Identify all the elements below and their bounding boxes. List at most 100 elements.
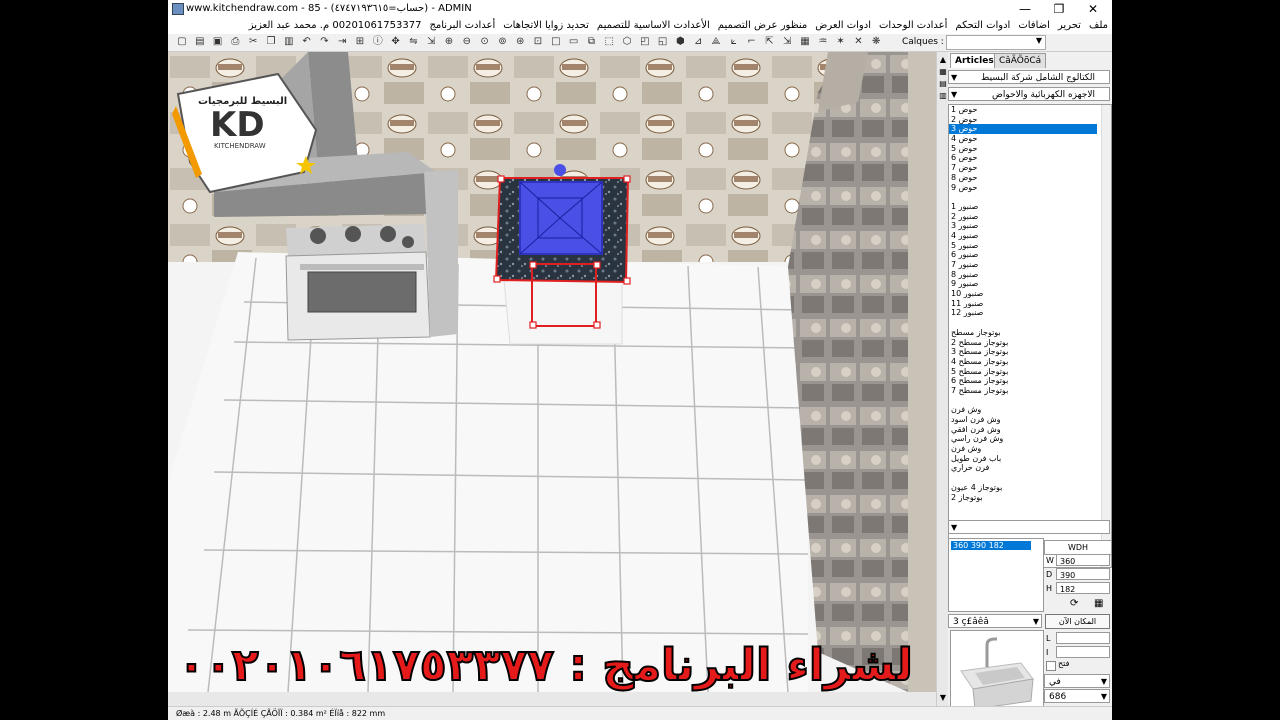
category-dropdown[interactable]: الاجهزه الكهربائية والاحواض ▼ <box>948 87 1110 101</box>
list-item[interactable]: باب فرن طويل <box>949 454 1111 464</box>
align-icon[interactable]: ⇱ <box>763 36 775 48</box>
list-item[interactable]: بوتوجاز مسطح 5 <box>949 367 1111 377</box>
list-item[interactable]: صنبور 3 <box>949 221 1111 231</box>
tab-articles[interactable]: Articles <box>950 53 999 68</box>
cube-icon[interactable]: ⬡ <box>621 36 633 48</box>
minimize-button[interactable]: — <box>1010 0 1040 18</box>
list-item[interactable]: وش فرن افقي <box>949 425 1111 435</box>
list-item[interactable]: وش فرن <box>949 444 1111 454</box>
list-item[interactable]: حوض 3 <box>949 124 1097 135</box>
viewport-horizontal-scrollbar[interactable] <box>168 692 936 706</box>
list-item[interactable]: بوتوجاز مسطح 6 <box>949 376 1111 386</box>
height-field[interactable]: 182 <box>1056 582 1110 594</box>
copy-object-icon[interactable]: ⧉ <box>585 36 597 48</box>
menu-item-8[interactable]: تحديد زوايا الاتجاهات <box>499 18 593 34</box>
variant-dropdown[interactable]: 3 ç£âêâ ▼ <box>948 614 1042 628</box>
list-item[interactable]: صنبور 6 <box>949 250 1111 260</box>
menu-item-10[interactable]: 00201061753377 م. محمد عبد العزيز <box>245 18 426 34</box>
article-filter-dropdown[interactable]: ▼ <box>948 520 1110 534</box>
menu-item-5[interactable]: ادوات العرض <box>811 18 875 34</box>
menu-item-0[interactable]: ملف <box>1085 18 1112 34</box>
list-item[interactable]: صنبور 4 <box>949 231 1111 241</box>
tab-catalogs[interactable]: CâÃÕõCá <box>994 53 1047 68</box>
list-item[interactable]: حوض 7 <box>949 163 1111 173</box>
view-side-icon[interactable]: ◱ <box>657 36 669 48</box>
list-item[interactable]: صنبور 12 <box>949 308 1111 318</box>
box-icon[interactable]: ⬚ <box>603 36 615 48</box>
list-item[interactable]: بوتوجاز مسطح 4 <box>949 357 1111 367</box>
list-item[interactable]: حوض 8 <box>949 173 1111 183</box>
frame-icon[interactable]: ⊡ <box>532 36 544 48</box>
render-icon[interactable]: ▦ <box>799 36 811 48</box>
wall-icon[interactable]: ▭ <box>568 36 580 48</box>
light-icon[interactable]: ✶ <box>835 36 847 48</box>
depth-field[interactable]: 390 <box>1056 568 1110 580</box>
menu-item-2[interactable]: اضافات <box>1014 18 1054 34</box>
tool-icon[interactable]: ⇥ <box>336 36 348 48</box>
zoom-all-icon[interactable]: ⊛ <box>514 36 526 48</box>
info-icon[interactable]: ⓘ <box>372 36 384 48</box>
list-item[interactable]: حوض 9 <box>949 183 1111 193</box>
list-item[interactable]: وش فرن <box>949 405 1111 415</box>
3d-viewport[interactable]: KD KITCHENDRAW البسيط للبرمجيات <box>168 52 936 692</box>
list-item[interactable] <box>949 396 1111 406</box>
dimension-list-item[interactable]: 360 390 182 <box>951 541 1031 550</box>
open-checkbox[interactable] <box>1046 661 1056 671</box>
angle-tool-icon[interactable]: ⟀ <box>728 36 740 48</box>
view-3d-icon[interactable]: ⬢ <box>674 36 686 48</box>
list-item[interactable] <box>949 318 1111 328</box>
grid-icon[interactable]: ⊞ <box>354 36 366 48</box>
corner-icon[interactable]: ⌐ <box>746 36 758 48</box>
catalog-dropdown[interactable]: الكتالوج الشامل شركة البسيط ▼ <box>948 70 1110 84</box>
i-field[interactable] <box>1056 646 1110 658</box>
list-item[interactable]: حوض 2 <box>949 115 1111 125</box>
list-item[interactable]: حوض 4 <box>949 134 1111 144</box>
list-item[interactable]: بوتوجاز مسطح 3 <box>949 347 1111 357</box>
list-item[interactable]: صنبور 1 <box>949 202 1111 212</box>
cut-icon[interactable]: ✂ <box>247 36 259 48</box>
effect-icon[interactable]: ❋ <box>870 36 882 48</box>
swap-icon[interactable]: ⇋ <box>407 36 419 48</box>
list-item[interactable]: بوتوجاز 2 <box>949 493 1111 503</box>
properties-icon[interactable]: ▦ <box>1094 598 1103 609</box>
align-end-icon[interactable]: ⇲ <box>781 36 793 48</box>
menu-item-7[interactable]: الأعدادت الاساسية للتصميم <box>593 18 714 34</box>
print-icon[interactable]: ⎙ <box>229 36 241 48</box>
maximize-button[interactable]: ❐ <box>1044 0 1074 18</box>
list-item[interactable]: حوض 1 <box>949 105 1111 115</box>
close-button[interactable]: ✕ <box>1078 0 1108 18</box>
copy-icon[interactable]: ❐ <box>265 36 277 48</box>
list-item[interactable] <box>949 473 1111 483</box>
list-item[interactable]: حوض 5 <box>949 144 1111 154</box>
move-icon[interactable]: ✥ <box>390 36 402 48</box>
menu-item-6[interactable]: منظور عرض التصميم <box>714 18 811 34</box>
save-icon[interactable]: ▣ <box>212 36 224 48</box>
menu-item-9[interactable]: أعدادت البرنامج <box>425 18 499 34</box>
list-item[interactable]: وش فرن راسي <box>949 434 1111 444</box>
code-dropdown[interactable]: 686 ▼ <box>1044 689 1110 703</box>
place-now-button[interactable]: المكان الآن <box>1045 614 1110 629</box>
list-item[interactable]: صنبور 9 <box>949 279 1111 289</box>
list-item[interactable]: صنبور 7 <box>949 260 1111 270</box>
dimension-list[interactable]: 360 390 182 <box>948 538 1044 612</box>
list-item[interactable]: وش فرن اسود <box>949 415 1111 425</box>
list-item[interactable]: صنبور 2 <box>949 212 1111 222</box>
menu-item-1[interactable]: تحرير <box>1054 18 1085 34</box>
list-item[interactable]: صنبور 8 <box>949 270 1111 280</box>
measure-icon[interactable]: ⟁ <box>710 36 722 48</box>
paste-icon[interactable]: ▥ <box>283 36 295 48</box>
refresh-icon[interactable]: ⟳ <box>1070 598 1078 609</box>
texture-icon[interactable]: ♒ <box>817 36 829 48</box>
list-item[interactable]: حوض 6 <box>949 153 1111 163</box>
resize-icon[interactable]: ⇲ <box>425 36 437 48</box>
article-list[interactable]: حوض 1 حوض 2 حوض 3 حوض 4 حوض 5 حوض 6 حوض 7 حوض 8… <box>948 104 1112 568</box>
l-field[interactable] <box>1056 632 1110 644</box>
article-list-scrollbar[interactable] <box>1101 105 1111 567</box>
list-item[interactable]: بوتوجاز مسطح 2 <box>949 338 1111 348</box>
delete-icon[interactable]: ✕ <box>852 36 864 48</box>
zoom-out-icon[interactable]: ⊖ <box>461 36 473 48</box>
list-item[interactable]: فرن حراري <box>949 463 1111 473</box>
undo-icon[interactable]: ↶ <box>301 36 313 48</box>
list-item[interactable]: بوتوجاز 4 عيون <box>949 483 1111 493</box>
rectangle-icon[interactable]: □ <box>550 36 562 48</box>
